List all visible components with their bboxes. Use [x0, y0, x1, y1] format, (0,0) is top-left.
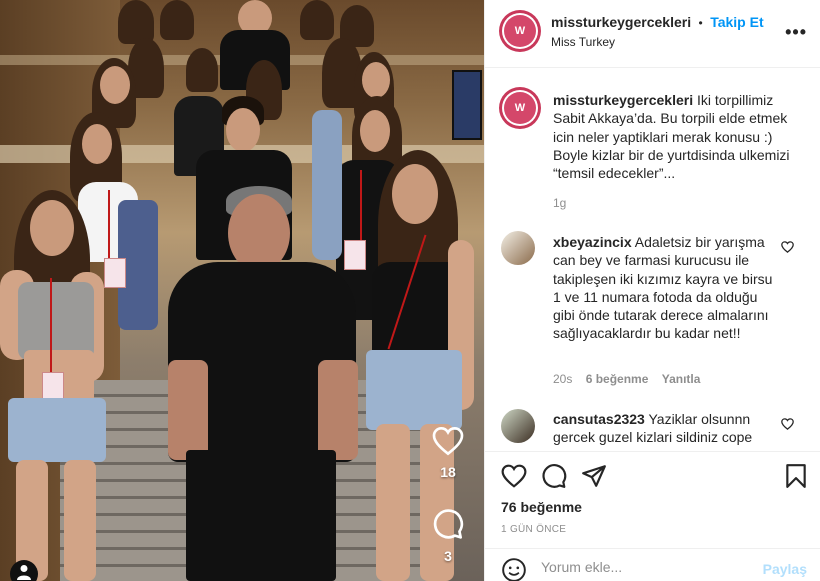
comment-username[interactable]: cansutas2323 [553, 411, 645, 427]
header-subtitle: Miss Turkey [551, 35, 616, 49]
add-comment-bar: Paylaş [485, 548, 820, 581]
comment-like-icon[interactable] [781, 418, 794, 430]
comment-text: Adaletsiz bir yarışma can bey ve farmasi… [553, 234, 773, 342]
post-time: 1 GÜN ÖNCE [501, 524, 567, 535]
avatar-logo: W [504, 15, 536, 47]
more-options-icon[interactable]: ••• [785, 22, 807, 43]
header-title-row: missturkeygercekleri • Takip Et [551, 14, 764, 32]
share-icon[interactable] [581, 464, 607, 488]
emoji-icon[interactable] [501, 557, 527, 581]
caption: missturkeygercekleri Iki torpillimiz Sab… [553, 91, 803, 182]
media-like-button[interactable]: 18 [432, 426, 464, 480]
post-actions: 76 beğenme 1 GÜN ÖNCE [485, 451, 820, 548]
bookmark-icon[interactable] [785, 463, 807, 489]
caption-avatar[interactable]: W [499, 87, 541, 129]
caption-username[interactable]: missturkeygercekleri [553, 92, 693, 108]
comment-reply-button[interactable]: Yanıtla [662, 372, 701, 386]
avatar[interactable]: W [499, 10, 541, 52]
comments-list: W missturkeygercekleri Iki torpillimiz S… [485, 69, 820, 451]
user-icon [17, 565, 31, 580]
post-media[interactable]: 18 3 [0, 0, 484, 581]
like-count[interactable]: 76 beğenme [501, 499, 582, 515]
post-details-panel: W missturkeygercekleri • Takip Et Miss T… [484, 0, 820, 581]
media-comment-count: 3 [444, 548, 452, 564]
heart-icon [432, 426, 464, 456]
comment-icon [433, 509, 464, 539]
like-heart-icon[interactable] [501, 464, 527, 488]
comment-icon[interactable] [541, 463, 567, 489]
header-separator: • [698, 16, 703, 30]
comment-time: 20s [553, 372, 573, 386]
post-header: W missturkeygercekleri • Takip Et Miss T… [485, 0, 820, 68]
comment-like-icon[interactable] [781, 241, 794, 253]
caption-time: 1g [553, 196, 567, 210]
comment-item: cansutas2323 Yaziklar olsunnn gercek guz… [553, 410, 775, 447]
background-screen [452, 70, 482, 140]
comment-item: xbeyazincix Adaletsiz bir yarışma can be… [553, 233, 775, 343]
comment-likes[interactable]: 6 beğenme [586, 372, 649, 386]
media-like-count: 18 [440, 464, 456, 480]
comment-meta: 20s 6 beğenme Yanıtla [553, 372, 700, 386]
tagged-users-button[interactable] [10, 560, 38, 581]
comment-avatar[interactable] [501, 409, 535, 443]
caption-avatar-logo: W [504, 92, 536, 124]
header-username[interactable]: missturkeygercekleri [551, 14, 691, 30]
comment-avatar[interactable] [501, 231, 535, 265]
media-comment-button[interactable]: 3 [432, 508, 464, 564]
comment-input[interactable] [541, 559, 741, 575]
follow-button[interactable]: Takip Et [710, 14, 763, 30]
post-comment-button[interactable]: Paylaş [763, 561, 807, 577]
comment-username[interactable]: xbeyazincix [553, 234, 632, 250]
